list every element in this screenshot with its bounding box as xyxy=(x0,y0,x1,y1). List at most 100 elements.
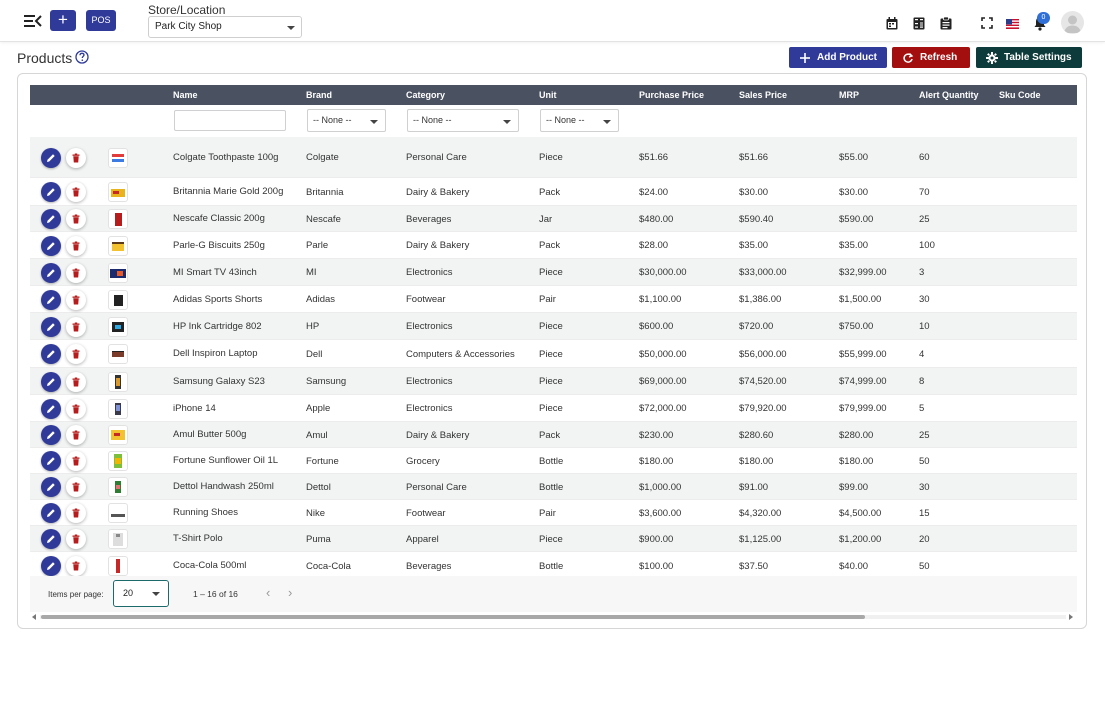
edit-button[interactable] xyxy=(41,503,61,523)
delete-button[interactable] xyxy=(66,344,86,364)
delete-button[interactable] xyxy=(66,182,86,202)
user-avatar[interactable] xyxy=(1061,11,1084,34)
table-row[interactable]: Running Shoes Nike Footwear Pair $3,600.00 $4… xyxy=(30,500,1077,526)
table-row[interactable]: Britannia Marie Gold 200g Britannia Dairy … xyxy=(30,178,1077,206)
edit-button[interactable] xyxy=(41,209,61,229)
delete-button[interactable] xyxy=(66,290,86,310)
table-row[interactable]: Dettol Handwash 250ml Dettol Personal Care… xyxy=(30,474,1077,500)
column-header-name[interactable]: Name xyxy=(173,85,198,105)
us-flag-icon[interactable] xyxy=(1006,18,1019,29)
trash-icon xyxy=(72,214,80,224)
next-page-button[interactable]: › xyxy=(288,586,292,600)
delete-button[interactable] xyxy=(66,529,86,549)
edit-button[interactable] xyxy=(41,317,61,337)
delete-button[interactable] xyxy=(66,317,86,337)
scroll-left-icon[interactable] xyxy=(32,614,36,620)
previous-page-button[interactable]: ‹ xyxy=(266,586,270,600)
category-filter-select[interactable]: -- None -- xyxy=(407,109,519,132)
delete-button[interactable] xyxy=(66,148,86,168)
horizontal-scrollbar[interactable] xyxy=(30,612,1077,621)
table-row[interactable]: Colgate Toothpaste 100g Colgate Personal C… xyxy=(30,137,1077,178)
pencil-icon xyxy=(47,188,55,196)
delete-button[interactable] xyxy=(66,477,86,497)
trash-icon xyxy=(72,187,80,197)
purchase-price-cell: $100.00 xyxy=(639,561,674,572)
pos-button[interactable]: POS xyxy=(86,10,116,31)
column-header-unit[interactable]: Unit xyxy=(539,85,557,105)
delete-button[interactable] xyxy=(66,263,86,283)
table-settings-button[interactable]: Table Settings xyxy=(976,47,1082,68)
mrp-cell: $79,999.00 xyxy=(839,403,887,414)
delete-button[interactable] xyxy=(66,372,86,392)
delete-button[interactable] xyxy=(66,425,86,445)
scroll-right-icon[interactable] xyxy=(1069,614,1073,620)
column-header-sku-code[interactable]: Sku Code xyxy=(999,85,1041,105)
unit-cell: Piece xyxy=(539,349,563,360)
edit-button[interactable] xyxy=(41,451,61,471)
category-cell: Grocery xyxy=(406,456,440,467)
thumbnail-graphic xyxy=(115,325,121,329)
column-header-mrp[interactable]: MRP xyxy=(839,85,859,105)
unit-filter-select[interactable]: -- None -- xyxy=(540,109,619,132)
menu-toggle-icon[interactable] xyxy=(24,14,42,28)
table-row[interactable]: iPhone 14 Apple Electronics Piece $72,000.00… xyxy=(30,395,1077,422)
edit-button[interactable] xyxy=(41,425,61,445)
table-row[interactable]: MI Smart TV 43inch MI Electronics Piece $30,… xyxy=(30,259,1077,286)
pencil-icon xyxy=(47,296,55,304)
name-filter-input[interactable] xyxy=(174,110,286,131)
table-row[interactable]: T-Shirt Polo Puma Apparel Piece $900.00 $1,12… xyxy=(30,526,1077,552)
column-header-sales-price[interactable]: Sales Price xyxy=(739,85,787,105)
store-location-select[interactable]: Park City Shop xyxy=(148,16,302,38)
items-per-page-select[interactable]: 20 xyxy=(113,580,169,607)
column-header-category[interactable]: Category xyxy=(406,85,445,105)
edit-button[interactable] xyxy=(41,372,61,392)
calendar-icon[interactable] xyxy=(886,17,898,30)
table-row[interactable]: Adidas Sports Shorts Adidas Footwear Pair $1… xyxy=(30,286,1077,313)
products-card: Name Brand Category Unit Purchase Price … xyxy=(17,73,1087,629)
sales-price-cell: $720.00 xyxy=(739,321,774,332)
table-row[interactable]: Samsung Galaxy S23 Samsung Electronics Piec… xyxy=(30,368,1077,395)
edit-button[interactable] xyxy=(41,344,61,364)
brand-cell: Parle xyxy=(306,240,329,251)
fullscreen-icon[interactable] xyxy=(981,17,993,30)
product-name-cell: Samsung Galaxy S23 xyxy=(173,376,265,387)
table-row[interactable]: Parle-G Biscuits 250g Parle Dairy & Bakery… xyxy=(30,232,1077,259)
purchase-price-cell: $28.00 xyxy=(639,240,669,251)
edit-button[interactable] xyxy=(41,236,61,256)
refresh-button[interactable]: Refresh xyxy=(892,47,970,68)
scrollbar-thumb[interactable] xyxy=(41,615,865,619)
table-row[interactable]: Dell Inspiron Laptop Dell Computers & Acce… xyxy=(30,340,1077,368)
table-row[interactable]: Nescafe Classic 200g Nescafe Beverages Jar $… xyxy=(30,206,1077,232)
mrp-cell: $750.00 xyxy=(839,321,874,332)
column-header-brand[interactable]: Brand xyxy=(306,85,332,105)
brand-cell: Coca-Cola xyxy=(306,561,351,572)
delete-button[interactable] xyxy=(66,209,86,229)
delete-button[interactable] xyxy=(66,503,86,523)
table-row[interactable]: Amul Butter 500g Amul Dairy & Bakery Pack $2… xyxy=(30,422,1077,448)
edit-button[interactable] xyxy=(41,290,61,310)
edit-button[interactable] xyxy=(41,263,61,283)
delete-button[interactable] xyxy=(66,451,86,471)
edit-button[interactable] xyxy=(41,148,61,168)
calculator-icon[interactable] xyxy=(913,17,925,30)
add-product-button[interactable]: Add Product xyxy=(789,47,887,68)
quick-add-button[interactable]: + xyxy=(50,10,76,31)
brand-filter-select[interactable]: -- None -- xyxy=(307,109,386,132)
help-icon[interactable] xyxy=(75,50,89,64)
column-header-alert-quantity[interactable]: Alert Quantity xyxy=(919,85,979,105)
edit-button[interactable] xyxy=(41,529,61,549)
edit-button[interactable] xyxy=(41,477,61,497)
clipboard-icon[interactable] xyxy=(940,17,952,30)
edit-button[interactable] xyxy=(41,399,61,419)
items-per-page-label: Items per page: xyxy=(48,590,104,599)
alert-quantity-cell: 100 xyxy=(919,240,935,251)
delete-button[interactable] xyxy=(66,556,86,576)
table-row[interactable]: Fortune Sunflower Oil 1L Fortune Grocery Bo… xyxy=(30,448,1077,474)
delete-button[interactable] xyxy=(66,236,86,256)
delete-button[interactable] xyxy=(66,399,86,419)
table-row[interactable]: HP Ink Cartridge 802 HP Electronics Piece $6… xyxy=(30,313,1077,340)
edit-button[interactable] xyxy=(41,182,61,202)
purchase-price-cell: $480.00 xyxy=(639,214,674,225)
column-header-purchase-price[interactable]: Purchase Price xyxy=(639,85,704,105)
edit-button[interactable] xyxy=(41,556,61,576)
